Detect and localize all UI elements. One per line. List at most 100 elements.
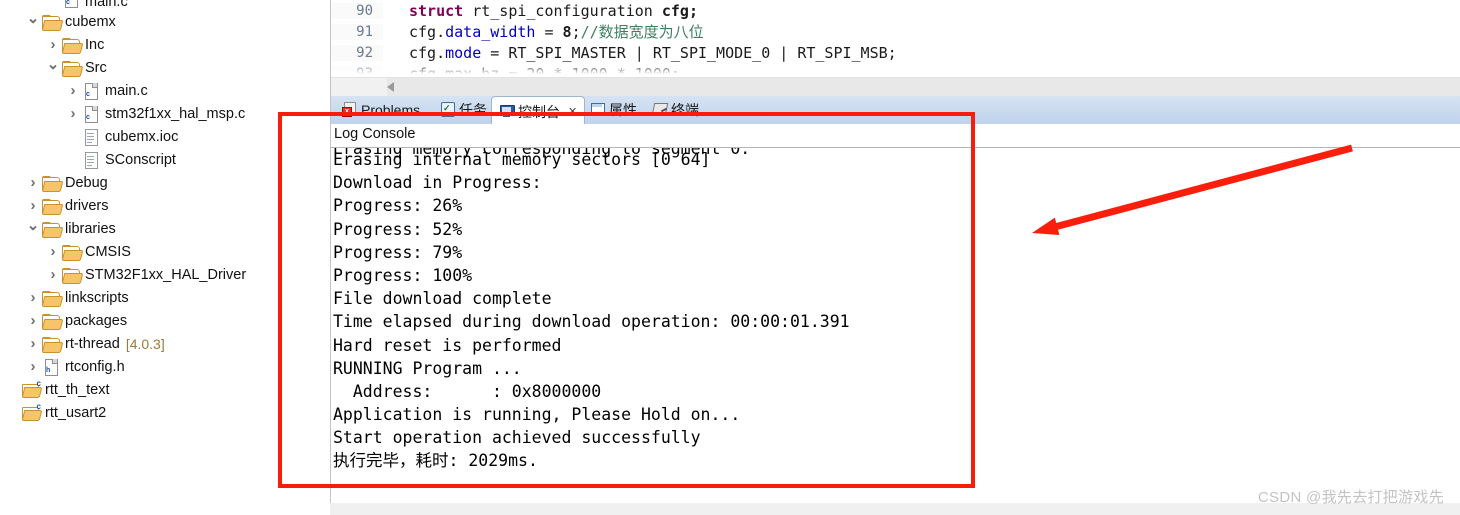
console-log-line: Download in Progress: (333, 173, 542, 193)
chevron-right-icon[interactable] (66, 102, 80, 125)
chevron-right-icon[interactable] (46, 263, 60, 286)
tree-item-label: main.c (105, 82, 148, 99)
tree-item-rtt-th-text[interactable]: c rtt_th_text (0, 378, 330, 401)
tree-item-cubemx-ioc[interactable]: cubemx.ioc (0, 125, 330, 148)
close-icon[interactable]: ✕ (568, 105, 577, 118)
folder-icon (40, 309, 64, 332)
line-number: 91 (331, 23, 383, 40)
c-file-icon: c (60, 0, 82, 10)
tree-item-inc[interactable]: Inc (0, 33, 330, 56)
folder-icon (40, 10, 64, 33)
code-token: ; (571, 23, 581, 41)
tree-item-main-c[interactable]: cmain.c (0, 0, 330, 10)
code-fade-overlay (331, 63, 1460, 78)
doc-file-icon (80, 148, 102, 171)
chevron-right-icon[interactable] (26, 286, 40, 309)
code-token: //数据宽度为八位 (580, 23, 704, 41)
tree-item-label: cubemx.ioc (105, 128, 179, 145)
editor-horizontal-scrollbar[interactable] (331, 77, 1460, 96)
tree-item-rt-thread[interactable]: rt-thread [4.0.3] (0, 332, 330, 355)
tree-item-sconscript[interactable]: SConscript (0, 148, 330, 171)
code-line[interactable]: 91 cfg.data_width = 8;//数据宽度为八位 (331, 21, 1460, 42)
tree-item-rtconfig-h[interactable]: hrtconfig.h (0, 355, 330, 378)
tree-item-packages[interactable]: packages (0, 309, 330, 332)
code-editor[interactable]: 90 struct rt_spi_configuration cfg; 91 cfg.… (330, 0, 1460, 96)
console-log-line: File download complete (333, 289, 552, 309)
tree-item-label: rtconfig.h (65, 358, 125, 375)
tab-3[interactable]: 属性 (583, 96, 644, 124)
tab-label: 属性 (609, 102, 637, 118)
editor-scrollbar-thumb[interactable] (387, 78, 1460, 96)
folder-icon (40, 194, 64, 217)
tree-item-cubemx[interactable]: cubemx (0, 10, 330, 33)
tree-item-stm32f1xx-hal-msp-c[interactable]: cstm32f1xx_hal_msp.c (0, 102, 330, 125)
folder-icon (40, 171, 64, 194)
tree-item-linkscripts[interactable]: linkscripts (0, 286, 330, 309)
tree-item-rtt-usart2[interactable]: c rtt_usart2 (0, 401, 330, 424)
tab-4[interactable]: 终端 (645, 96, 706, 124)
link-file-icon: c (20, 401, 43, 424)
chevron-right-icon[interactable] (46, 240, 60, 263)
tree-item-debug[interactable]: Debug (0, 171, 330, 194)
console-panel[interactable]: Log Console Erasing memory corresponding… (330, 124, 1460, 496)
console-log-output[interactable]: Erasing internal memory sectors [0 64] Do… (333, 148, 1460, 496)
chevron-right-icon[interactable] (26, 355, 40, 378)
tree-item-libraries[interactable]: libraries (0, 217, 330, 240)
console-title: Log Console (334, 126, 416, 142)
code-line[interactable]: 92 cfg.mode = RT_SPI_MASTER | RT_SPI_MODE… (331, 42, 1460, 63)
tree-item-label: STM32F1xx_HAL_Driver (85, 266, 247, 283)
folder-icon (60, 263, 84, 286)
code-token: cfg; (661, 1, 698, 20)
tree-item-label: rtt_th_text (45, 381, 110, 398)
code-token: = (535, 23, 563, 41)
chevron-right-icon[interactable] (26, 171, 40, 194)
project-explorer[interactable]: cmain.ccubemxIncSrccmain.ccstm32f1xx_hal… (0, 0, 330, 515)
console-log-line: Address: : 0x8000000 (333, 381, 602, 401)
tab-2[interactable]: 控制台 ✕ (491, 96, 586, 126)
problems-icon: x (342, 101, 357, 119)
folder-icon (40, 332, 64, 355)
tree-item-drivers[interactable]: drivers (0, 194, 330, 217)
chevron-right-icon[interactable] (66, 79, 80, 102)
tree-item-label: rt-thread (65, 335, 120, 352)
chevron-down-icon[interactable] (46, 56, 60, 79)
tab-1[interactable]: ✓ 任务 (433, 96, 494, 124)
tree-item-version: [4.0.3] (125, 335, 165, 352)
tree-item-stm32f1xx-hal-driver[interactable]: STM32F1xx_HAL_Driver (0, 263, 330, 286)
code-text: cfg.mode = RT_SPI_MASTER | RT_SPI_MODE_0… (383, 44, 897, 62)
view-tab-bar[interactable]: x Problems ✓ 任务 控制台 ✕ 属性 终端 (330, 96, 1460, 126)
tab-0[interactable]: x Problems (335, 96, 427, 124)
folder-icon (60, 56, 84, 79)
chevron-right-icon[interactable] (26, 309, 40, 332)
c-file-icon: c (80, 79, 102, 102)
chevron-down-icon[interactable] (26, 10, 40, 33)
tree-item-label: cubemx (65, 13, 116, 30)
scroll-left-arrow-icon[interactable] (387, 82, 394, 92)
link-file-icon: c (20, 378, 43, 401)
tree-item-main-c[interactable]: cmain.c (0, 79, 330, 102)
code-line[interactable]: 90 struct rt_spi_configuration cfg; (331, 0, 1460, 21)
tree-item-label: packages (65, 312, 128, 329)
chevron-right-icon[interactable] (26, 332, 40, 355)
line-number: 90 (331, 2, 383, 19)
chevron-down-icon[interactable] (26, 217, 40, 240)
tree-item-label: main.c (85, 0, 128, 10)
code-token: cfg. (409, 43, 446, 62)
tree-item-label: libraries (65, 220, 116, 237)
chevron-right-icon[interactable] (26, 194, 40, 217)
terminal-icon (651, 101, 669, 119)
code-token: cfg. (409, 23, 446, 41)
chevron-right-icon[interactable] (46, 33, 60, 56)
tree-item-cmsis[interactable]: CMSIS (0, 240, 330, 263)
project-tree[interactable]: cmain.ccubemxIncSrccmain.ccstm32f1xx_hal… (0, 0, 330, 424)
console-log-line: RUNNING Program ... (333, 358, 522, 378)
code-token: 8 (562, 23, 572, 41)
folder-icon (60, 240, 84, 263)
code-token: struct (409, 1, 473, 20)
tree-item-src[interactable]: Src (0, 56, 330, 79)
